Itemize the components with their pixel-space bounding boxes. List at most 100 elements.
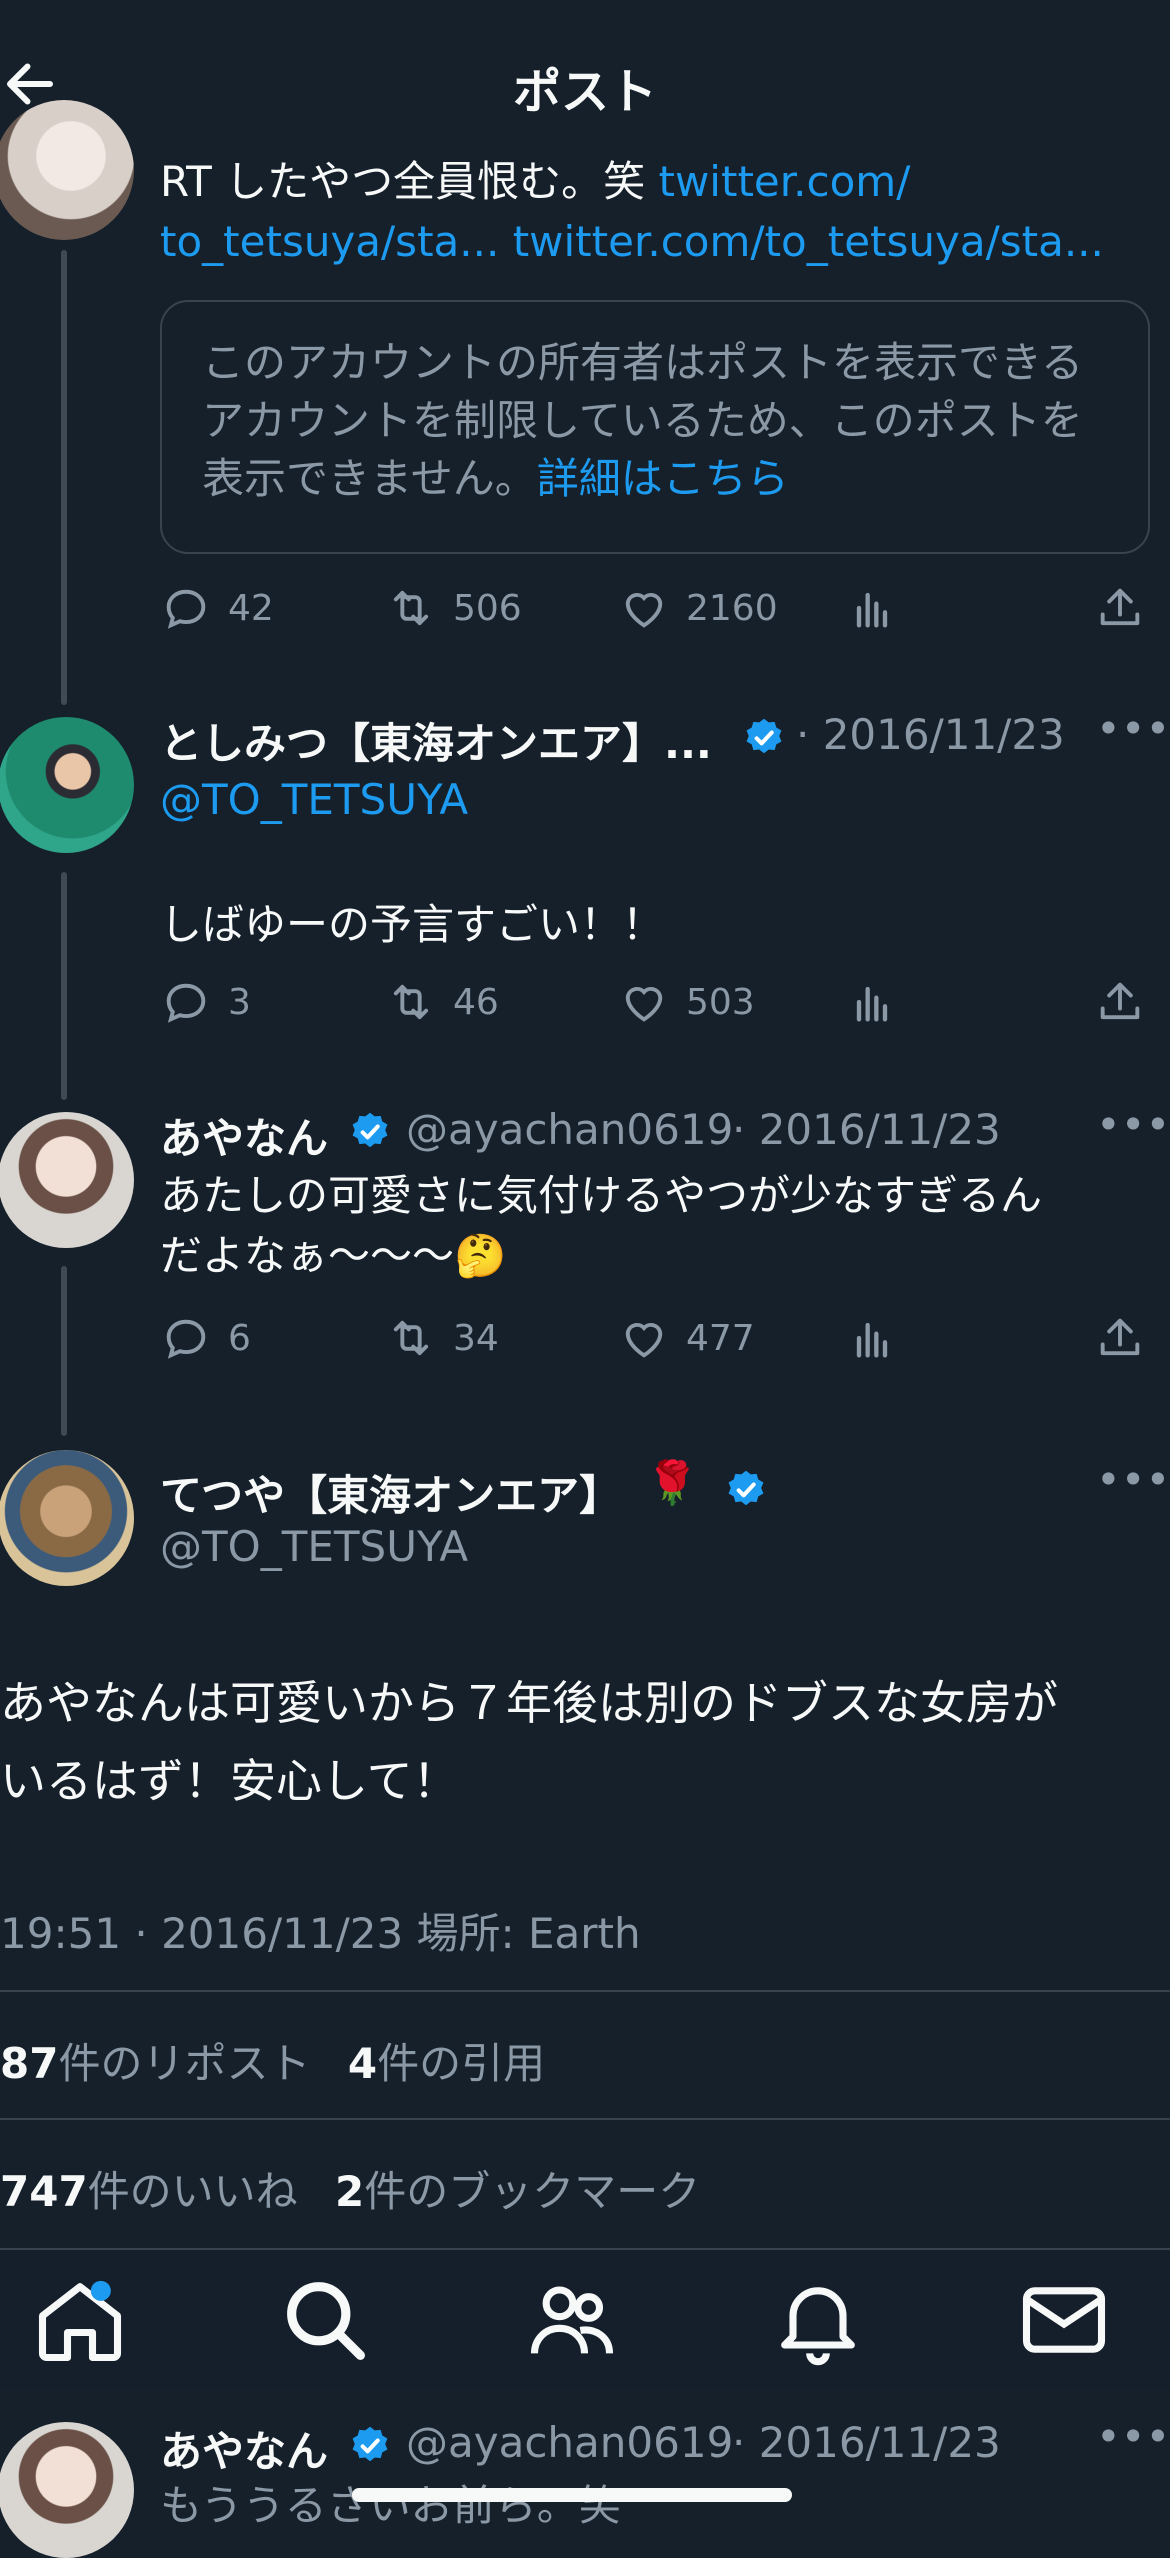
post-text-line: いるはず！安心して！ — [0, 1754, 459, 1808]
post-text-line: あやなんは可愛いから７年後は別のドブスな女房が — [0, 1676, 1058, 1730]
reply-count: 3 — [228, 981, 251, 1023]
post-text: しばゆーの予言すごい！！ — [160, 900, 665, 949]
avatar[interactable] — [0, 717, 134, 853]
like-button[interactable]: 503 — [618, 976, 755, 1028]
share-button[interactable] — [1094, 1312, 1146, 1364]
share-icon — [1100, 982, 1140, 1020]
bookmark-total: 2 — [335, 2167, 365, 2216]
author-name[interactable]: あやなん — [160, 1105, 328, 1166]
share-button[interactable] — [1094, 976, 1146, 1028]
thread-line — [61, 872, 67, 1100]
share-icon — [1100, 1318, 1140, 1356]
repost-icon — [393, 984, 429, 1020]
views-icon — [856, 592, 888, 628]
like-count: 477 — [686, 1317, 755, 1359]
author-name[interactable]: あやなん — [160, 2418, 328, 2479]
post-text: あたしの可愛さに気付けるやつが少なすぎるん だよなぁ〜〜〜🤔 — [160, 1166, 1160, 1286]
verified-badge-icon — [746, 718, 782, 754]
views-icon — [856, 1322, 888, 1358]
quote-total: 4 — [347, 2039, 378, 2088]
author-handle[interactable]: @TO_TETSUYA — [160, 775, 468, 824]
verified-badge-icon — [352, 2426, 388, 2462]
reply-icon — [166, 983, 206, 1023]
reply-button[interactable]: 42 — [160, 582, 274, 634]
divider — [0, 2118, 1170, 2120]
author-handle[interactable]: @ayachan0619 — [406, 1105, 733, 1154]
engagement-reposts[interactable]: 87件のリポスト 4件の引用 — [0, 2030, 545, 2091]
views-button[interactable] — [846, 1312, 898, 1364]
repost-button[interactable]: 34 — [385, 1312, 499, 1364]
heart-icon — [625, 1322, 663, 1358]
reply-button[interactable]: 3 — [160, 976, 251, 1028]
thread-line — [61, 250, 67, 705]
like-button[interactable]: 477 — [618, 1312, 755, 1364]
share-button[interactable] — [1094, 582, 1146, 634]
rose-emoji: 🌹 — [646, 1458, 699, 1507]
avatar[interactable] — [0, 1112, 134, 1248]
reply-icon — [166, 589, 206, 629]
author-handle[interactable]: @ayachan0619 — [406, 2418, 733, 2467]
post-date: · 2016/11/23 — [796, 710, 1065, 759]
repost-button[interactable]: 506 — [385, 582, 522, 634]
heart-icon — [625, 986, 663, 1022]
avatar[interactable] — [0, 2422, 134, 2558]
messages-icon[interactable] — [1014, 2270, 1114, 2370]
more-options-icon[interactable]: ••• — [1096, 1455, 1170, 1504]
like-count: 503 — [686, 981, 755, 1023]
repost-button[interactable]: 46 — [385, 976, 499, 1028]
post-text: もううるさいお前ら。笑 — [160, 2481, 621, 2530]
author-name[interactable]: てつや【東海オンエア】 — [160, 1462, 621, 1523]
verified-badge-icon — [728, 1470, 764, 1506]
share-icon — [1100, 588, 1140, 626]
repost-count: 506 — [453, 587, 522, 629]
reply-count: 42 — [228, 587, 274, 629]
repost-total: 87 — [0, 2039, 59, 2088]
post-link[interactable]: twitter.com/to_tetsuya/sta... — [513, 217, 1104, 266]
post-text-prefix: RT したやつ全員恨む。笑 — [160, 157, 659, 206]
more-options-icon[interactable]: ••• — [1096, 2412, 1170, 2461]
engagement-likes[interactable]: 747件のいいね 2件のブックマーク — [0, 2158, 700, 2219]
search-icon[interactable] — [275, 2270, 375, 2370]
bookmark-label: 件のブックマーク — [364, 2167, 701, 2216]
reply-count: 6 — [228, 1317, 251, 1359]
notifications-icon[interactable] — [768, 2270, 868, 2370]
avatar[interactable] — [0, 100, 134, 240]
quoted-post-unavailable[interactable]: このアカウントの所有者はポストを表示できるアカウントを制限しているため、このポス… — [160, 300, 1150, 554]
verified-badge-icon — [352, 1112, 388, 1148]
post-meta: 19:51 · 2016/11/23 場所: Earth — [0, 1909, 641, 1958]
post-text-line: あたしの可愛さに気付けるやつが少なすぎるん — [160, 1171, 1043, 1220]
reply-button[interactable]: 6 — [160, 1312, 251, 1364]
repost-label: 件のリポスト — [58, 2039, 311, 2088]
avatar[interactable] — [0, 1450, 134, 1586]
main-post-text: あやなんは可愛いから７年後は別のドブスな女房が いるはず！安心して！ — [0, 1664, 1170, 1820]
header: ポスト — [0, 0, 1170, 170]
post-text-line: だよなぁ〜〜〜 — [160, 1231, 455, 1280]
details-link[interactable]: 詳細はこちら — [537, 454, 789, 503]
more-options-icon[interactable]: ••• — [1096, 704, 1170, 753]
post-link[interactable]: to_tetsuya/sta... — [160, 217, 499, 266]
repost-count: 34 — [453, 1317, 499, 1359]
like-button[interactable]: 2160 — [618, 582, 778, 634]
bottom-tab-bar — [0, 2250, 1170, 2390]
heart-icon — [625, 592, 663, 628]
like-total: 747 — [0, 2167, 88, 2216]
views-icon — [856, 986, 888, 1022]
views-button[interactable] — [846, 582, 898, 634]
home-icon[interactable] — [30, 2270, 130, 2370]
repost-count: 46 — [453, 981, 499, 1023]
post-date: · 2016/11/23 — [732, 2418, 1001, 2467]
views-button[interactable] — [846, 976, 898, 1028]
divider — [0, 1990, 1170, 1992]
home-indicator[interactable] — [352, 2488, 792, 2502]
post-date: · 2016/11/23 — [732, 1105, 1001, 1154]
like-label: 件のいいね — [87, 2167, 298, 2216]
page-title: ポスト — [512, 64, 657, 120]
reply-icon — [166, 1319, 206, 1359]
author-handle[interactable]: @TO_TETSUYA — [160, 1522, 468, 1571]
author-name[interactable]: としみつ【東海オンエア】... — [160, 710, 712, 771]
post-link[interactable]: twitter.com/ — [658, 157, 910, 206]
communities-icon[interactable] — [522, 2270, 622, 2370]
more-options-icon[interactable]: ••• — [1096, 1100, 1170, 1149]
thinking-emoji: 🤔 — [454, 1231, 507, 1280]
like-count: 2160 — [686, 587, 778, 629]
